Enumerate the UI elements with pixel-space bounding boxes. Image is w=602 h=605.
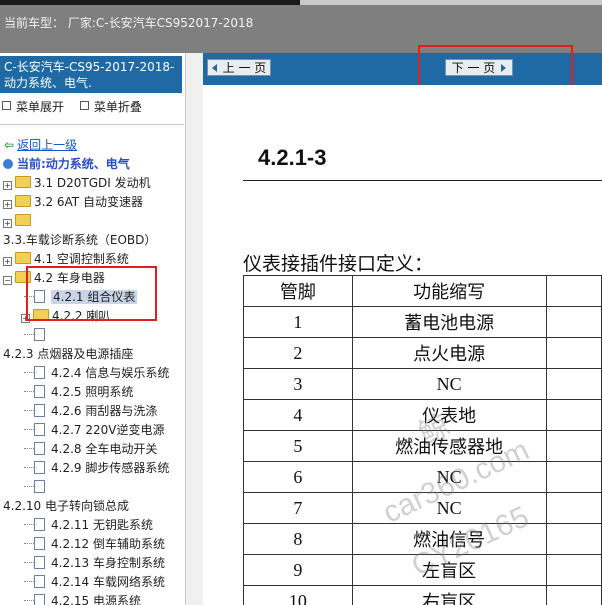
document-icon xyxy=(34,328,45,341)
section-number: 4.2.1-3 xyxy=(258,145,327,170)
tree-item[interactable]: 4.2.6 雨刮器与洗涤 xyxy=(24,402,157,421)
tree-item[interactable]: +3.2 6AT 自动变速器 xyxy=(3,193,143,212)
highlight-box-tree xyxy=(26,266,157,321)
sidebar: C-长安汽车-CS95-2017-2018- 动力系统、电气. 菜单展开 菜单折… xyxy=(0,53,186,605)
frame-gutter xyxy=(186,53,203,605)
document-icon xyxy=(34,423,45,436)
table-header-row: 管脚 功能缩写 xyxy=(243,275,602,307)
tree-item[interactable]: 4.2.11 无钥匙系统 xyxy=(24,516,153,535)
tree-connector xyxy=(24,429,34,430)
menu-toggle-bar: 菜单展开 菜单折叠 xyxy=(2,98,154,115)
tree-item[interactable]: 4.2.10 电子转向锁总成 xyxy=(3,497,129,516)
document-icon xyxy=(34,575,45,588)
arrow-left-icon xyxy=(211,64,217,72)
tree-item[interactable]: 3.3.车载诊断系统（EOBD） xyxy=(3,231,156,250)
section-rule xyxy=(243,180,602,181)
current-node: 当前:动力系统、电气 xyxy=(3,155,130,174)
table-row: 10 右盲区 xyxy=(243,585,602,605)
square-icon xyxy=(79,101,89,110)
tree-item[interactable]: 4.2.12 倒车辅助系统 xyxy=(24,535,165,554)
folder-icon xyxy=(15,252,31,264)
expand-icon[interactable]: + xyxy=(3,200,12,209)
sidebar-divider xyxy=(0,124,184,125)
folder-icon xyxy=(15,176,31,188)
tree-connector xyxy=(24,600,34,601)
tree-item[interactable]: 4.2.7 220V逆变电源 xyxy=(24,421,164,440)
square-icon xyxy=(2,101,11,110)
expand-icon[interactable]: + xyxy=(3,257,12,266)
vehicle-label: 当前车型： 厂家:C-长安汽车CS952017-2018 xyxy=(4,16,254,30)
document-content: 4.2.1-3 仪表接插件接口定义： 管脚 功能缩写 1 蓄电池电源 2 点火电源 … xyxy=(203,85,602,605)
prev-page-button[interactable]: 上 一 页 xyxy=(207,59,271,76)
tree-item[interactable]: 4.2.4 信息与娱乐系统 xyxy=(24,364,169,383)
tree-item[interactable]: 4.2.8 全车电动开关 xyxy=(24,440,157,459)
tree-connector xyxy=(24,334,34,335)
document-icon xyxy=(34,442,45,455)
tree-item[interactable]: 4.2.5 照明系统 xyxy=(24,383,133,402)
column-header: 管脚 xyxy=(243,275,353,307)
tree-item[interactable] xyxy=(24,326,51,345)
document-icon xyxy=(34,594,45,605)
document-icon xyxy=(34,480,45,493)
folder-icon xyxy=(15,214,31,226)
tree-item[interactable]: + xyxy=(3,212,34,231)
document-icon xyxy=(34,385,45,398)
document-icon xyxy=(34,556,45,569)
folder-icon xyxy=(15,195,31,207)
tree-connector xyxy=(24,486,34,487)
column-header-extra xyxy=(545,275,602,307)
tree-connector xyxy=(24,448,34,449)
back-link[interactable]: ⇦ 返回上一级 xyxy=(4,136,77,155)
table-row: 1 蓄电池电源 xyxy=(243,306,602,338)
tree-item[interactable]: 4.2.14 车载网络系统 xyxy=(24,573,165,592)
back-arrow-icon: ⇦ xyxy=(4,138,15,152)
column-header: 功能缩写 xyxy=(351,275,547,307)
location-icon xyxy=(3,159,13,169)
document-icon xyxy=(34,366,45,379)
document-icon xyxy=(34,537,45,550)
tree-item[interactable]: 4.2.15 电源系统 xyxy=(24,592,141,605)
document-icon xyxy=(34,518,45,531)
sidebar-title: C-长安汽车-CS95-2017-2018- 动力系统、电气. xyxy=(0,56,182,93)
tree-connector xyxy=(24,391,34,392)
table-caption: 仪表接插件接口定义： xyxy=(243,254,434,275)
expand-icon[interactable]: + xyxy=(3,219,12,228)
tree-connector xyxy=(24,410,34,411)
tree-connector xyxy=(24,581,34,582)
highlight-box-next xyxy=(418,45,573,89)
tree-item[interactable]: 4.2.9 脚步传感器系统 xyxy=(24,459,169,478)
expand-icon[interactable]: + xyxy=(3,181,12,190)
document-icon xyxy=(34,404,45,417)
table-row: 3 NC xyxy=(243,368,602,400)
tree-connector xyxy=(24,372,34,373)
collapse-all-button[interactable]: 菜单折叠 xyxy=(79,100,142,114)
tree-connector xyxy=(24,524,34,525)
tree-item[interactable] xyxy=(24,478,51,497)
collapse-icon[interactable]: − xyxy=(3,276,12,285)
main-panel: 上 一 页 下 一 页 4.2.1-3 仪表接插件接口定义： 管脚 功能缩写 1… xyxy=(203,45,602,605)
document-icon xyxy=(34,461,45,474)
tree-item[interactable]: 4.2.13 车身控制系统 xyxy=(24,554,165,573)
expand-all-button[interactable]: 菜单展开 xyxy=(2,100,64,114)
table-row: 2 点火电源 xyxy=(243,337,602,369)
tree-item[interactable]: 4.2.3 点烟器及电源插座 xyxy=(3,345,133,364)
tree-connector xyxy=(24,562,34,563)
tree-connector xyxy=(24,467,34,468)
tree-connector xyxy=(24,543,34,544)
tree-item[interactable]: +3.1 D20TGDI 发动机 xyxy=(3,174,151,193)
